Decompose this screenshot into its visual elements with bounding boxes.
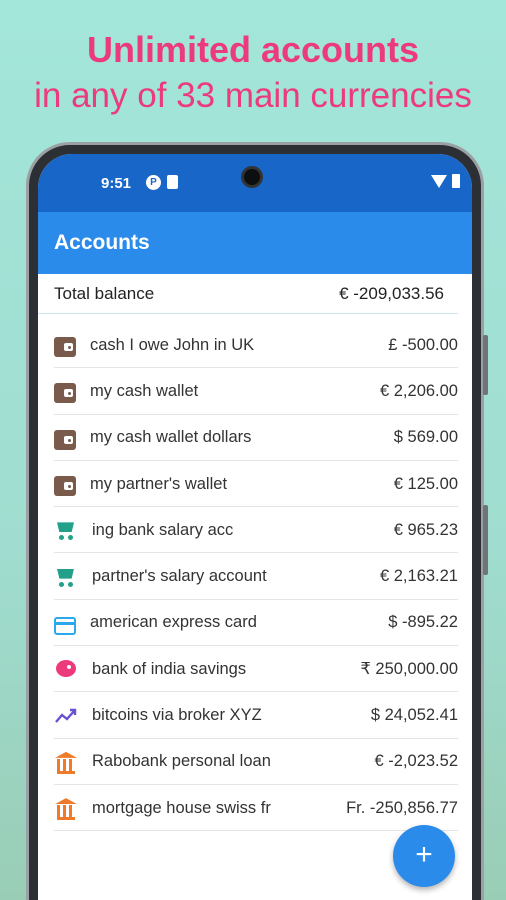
total-balance-label: Total balance	[54, 283, 155, 303]
add-account-button[interactable]: +	[393, 825, 455, 887]
account-amount: $ 24,052.41	[370, 706, 458, 725]
account-amount: € 2,206.00	[380, 381, 458, 400]
bank-icon	[54, 750, 78, 774]
app-bar: Accounts	[38, 212, 472, 274]
status-time: 9:51	[101, 175, 132, 192]
cart-icon	[54, 565, 78, 589]
account-row[interactable]: ing bank salary acc € 965.23	[38, 507, 472, 554]
account-name: my cash wallet dollars	[90, 428, 252, 447]
account-name: american express card	[90, 613, 257, 632]
account-amount: € -2,023.52	[374, 752, 458, 771]
account-name: cash I owe John in UK	[90, 335, 255, 354]
promo-subline: in any of 33 main currencies	[34, 76, 472, 115]
account-amount: £ -500.00	[388, 335, 458, 354]
phone-screen: 9:51 P Accounts Total balance € -209,033…	[38, 154, 472, 900]
account-amount: € 2,163.21	[380, 567, 458, 586]
accounts-list: cash I owe John in UK £ -500.00 my cash …	[38, 322, 472, 832]
wallet-icon	[54, 337, 76, 358]
promo-headline: Unlimited accounts	[86, 29, 420, 70]
account-name: mortgage house swiss fr	[92, 798, 271, 817]
account-amount: $ -895.22	[388, 613, 458, 632]
total-balance-value: € -209,033.56	[339, 283, 444, 303]
wallet-icon	[54, 476, 76, 497]
status-indicators	[431, 174, 460, 188]
account-name: partner's salary account	[92, 567, 267, 586]
account-row[interactable]: mortgage house swiss fr Fr. -250,856.77	[38, 785, 472, 832]
account-row[interactable]: cash I owe John in UK £ -500.00	[38, 322, 472, 369]
account-row[interactable]: Rabobank personal loan € -2,023.52	[38, 739, 472, 786]
account-name: ing bank salary acc	[92, 520, 234, 539]
phone-frame: 9:51 P Accounts Total balance € -209,033…	[26, 142, 488, 900]
wallet-icon	[54, 383, 76, 404]
notification-icons: P	[146, 175, 178, 190]
promo-header: Unlimited accounts in any of 33 main cur…	[0, 28, 506, 120]
piggy-bank-icon	[54, 657, 78, 681]
account-name: my cash wallet	[90, 381, 199, 400]
account-name: bitcoins via broker XYZ	[92, 706, 262, 725]
account-name: bank of india savings	[92, 659, 247, 678]
account-name: my partner's wallet	[90, 474, 228, 493]
account-amount: € 965.23	[393, 520, 458, 539]
volume-button	[483, 335, 488, 395]
trending-up-icon	[54, 704, 78, 728]
account-amount: € 125.00	[393, 474, 458, 493]
account-row[interactable]: partner's salary account € 2,163.21	[38, 553, 472, 601]
account-amount: ₹ 250,000.00	[360, 660, 458, 679]
status-bar: 9:51 P	[38, 154, 472, 212]
account-amount: $ 569.00	[393, 428, 458, 447]
credit-card-icon	[54, 616, 76, 635]
account-row[interactable]: my cash wallet € 2,206.00	[38, 368, 472, 415]
battery-icon	[452, 174, 460, 188]
account-row[interactable]: bitcoins via broker XYZ $ 24,052.41	[38, 692, 472, 739]
camera-cutout	[241, 166, 263, 188]
wallet-icon	[54, 429, 76, 450]
total-balance-row: Total balance € -209,033.56	[38, 274, 458, 314]
power-button	[483, 505, 488, 575]
page-title: Accounts	[54, 231, 150, 254]
account-row[interactable]: american express card $ -895.22	[38, 600, 472, 647]
wifi-icon	[431, 174, 447, 188]
account-row[interactable]: my cash wallet dollars $ 569.00	[38, 415, 472, 462]
bank-icon	[54, 796, 78, 821]
account-amount: Fr. -250,856.77	[346, 798, 458, 817]
sim-card-icon	[167, 175, 178, 189]
account-row[interactable]: my partner's wallet € 125.00	[38, 461, 472, 508]
cart-icon	[54, 518, 78, 542]
account-name: Rabobank personal loan	[92, 752, 271, 771]
account-row[interactable]: bank of india savings ₹ 250,000.00	[38, 646, 472, 693]
notification-icon: P	[146, 175, 161, 190]
